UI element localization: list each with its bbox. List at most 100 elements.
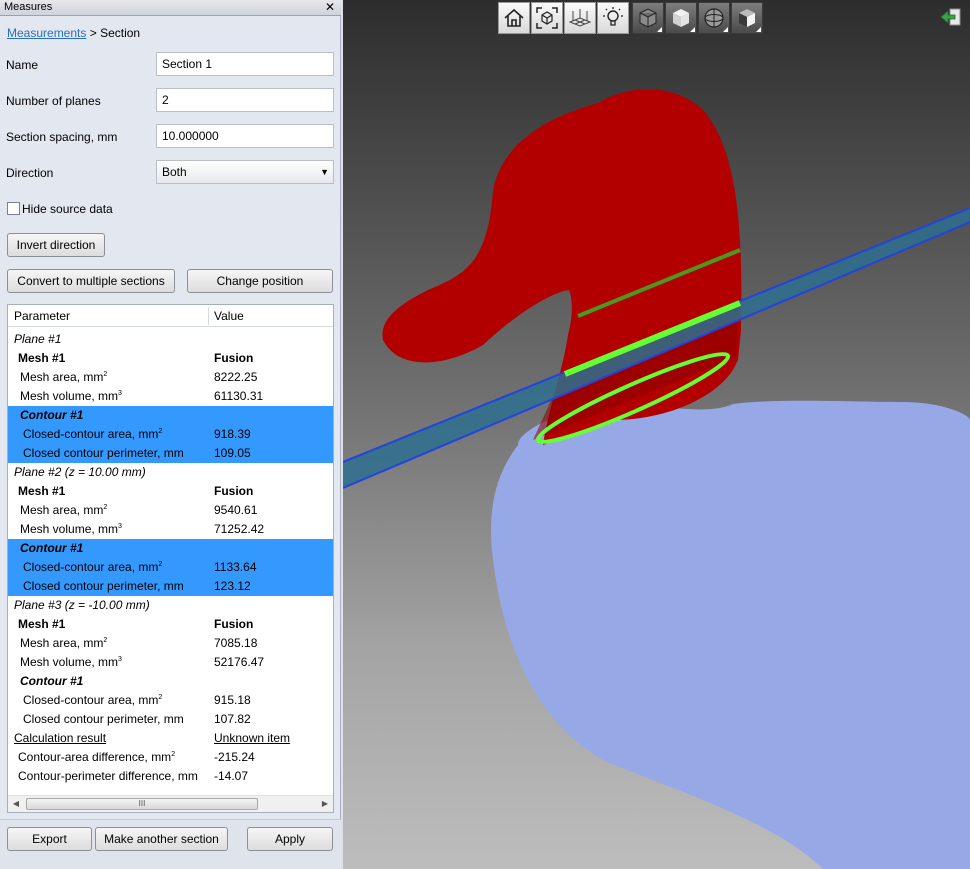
table-row[interactable]: Contour-area difference, mm2 -215.24 — [8, 748, 333, 767]
row-value: 52176.47 — [214, 655, 265, 669]
row-value: 61130.31 — [214, 389, 264, 403]
direction-select[interactable]: Both ▼ — [156, 160, 334, 184]
home-icon — [504, 8, 524, 27]
close-icon[interactable]: ✕ — [325, 0, 335, 15]
row-label: Mesh #1 — [18, 484, 66, 498]
column-header-parameter[interactable]: Parameter — [14, 305, 70, 327]
unit-superscript: 2 — [158, 561, 163, 568]
apply-button[interactable]: Apply — [247, 827, 333, 851]
row-value: 71252.42 — [214, 522, 265, 536]
fit-view-button[interactable] — [531, 2, 563, 34]
scroll-right-icon[interactable]: ▶ — [317, 796, 333, 812]
fit-view-icon — [536, 7, 558, 29]
breadcrumb-current: Section — [100, 26, 141, 40]
unit-superscript: 2 — [103, 504, 108, 511]
table-row[interactable]: Mesh area, mm2 8222.25 — [8, 368, 333, 387]
row-label: Mesh #1 — [18, 617, 66, 631]
breadcrumb-measurements-link[interactable]: Measurements — [7, 26, 86, 40]
blue-mesh-body — [491, 400, 970, 869]
dropdown-corner-icon — [657, 27, 662, 32]
table-row[interactable]: Mesh volume, mm3 52176.47 — [8, 653, 333, 672]
panel-title-bar: Measures ✕ — [0, 0, 341, 16]
convert-to-multiple-sections-button[interactable]: Convert to multiple sections — [7, 269, 175, 293]
table-row[interactable]: Mesh #1 Fusion — [8, 482, 333, 501]
row-value: 918.39 — [214, 427, 251, 441]
row-label: Closed contour perimeter, mm — [23, 712, 184, 726]
table-row[interactable]: Plane #3 (z = -10.00 mm) — [8, 596, 333, 615]
table-row[interactable]: Mesh volume, mm3 61130.31 — [8, 387, 333, 406]
table-row[interactable]: Mesh area, mm2 9540.61 — [8, 501, 333, 520]
scroll-grip: III — [138, 799, 146, 808]
table-row-selected[interactable]: Closed contour perimeter, mm 109.05 — [8, 444, 333, 463]
number-of-planes-input[interactable]: 2 — [156, 88, 334, 112]
table-row[interactable]: Plane #1 — [8, 330, 333, 349]
bottom-button-bar: Export Make another section Apply — [0, 819, 341, 869]
column-divider[interactable] — [208, 307, 209, 325]
home-view-button[interactable] — [498, 2, 530, 34]
row-value: -215.24 — [214, 750, 255, 764]
table-row[interactable]: Contour-perimeter difference, mm -14.07 — [8, 767, 333, 786]
table-row[interactable]: Mesh #1 Fusion — [8, 615, 333, 634]
dropdown-corner-icon — [690, 27, 695, 32]
section-spacing-input[interactable]: 10.000000 — [156, 124, 334, 148]
row-label: Mesh area, mm — [20, 636, 104, 650]
lighting-button[interactable] — [597, 2, 629, 34]
table-row-selected[interactable]: Contour #1 — [8, 406, 333, 425]
3d-scene[interactable] — [343, 0, 970, 869]
row-label: Calculation result — [14, 731, 107, 745]
table-row-selected[interactable]: Contour #1 — [8, 539, 333, 558]
sphere-mode-button[interactable] — [698, 2, 730, 34]
number-of-planes-label: Number of planes — [6, 94, 101, 108]
table-row[interactable]: Calculation result Unknown item — [8, 729, 333, 748]
row-value: 8222.25 — [214, 370, 258, 384]
unit-superscript: 3 — [118, 523, 122, 530]
row-label: Contour #1 — [20, 674, 84, 688]
change-position-button[interactable]: Change position — [187, 269, 333, 293]
direction-label: Direction — [6, 166, 54, 180]
unit-superscript: 2 — [171, 751, 176, 758]
unit-superscript: 2 — [158, 428, 163, 435]
row-value: Fusion — [214, 351, 254, 365]
grid-button[interactable] — [564, 2, 596, 34]
hide-source-data-checkbox[interactable] — [7, 202, 20, 215]
row-value: 915.18 — [214, 693, 251, 707]
row-label: Contour #1 — [20, 408, 84, 422]
table-row-selected[interactable]: Closed-contour area, mm2 918.39 — [8, 425, 333, 444]
3d-viewport[interactable] — [343, 0, 970, 869]
column-header-value[interactable]: Value — [214, 305, 244, 327]
table-row[interactable]: Closed-contour area, mm2 915.18 — [8, 691, 333, 710]
table-row-selected[interactable]: Closed contour perimeter, mm 123.12 — [8, 577, 333, 596]
shaded-mode-button[interactable] — [665, 2, 697, 34]
scrollbar-thumb[interactable]: III — [26, 798, 258, 810]
make-another-section-button[interactable]: Make another section — [95, 827, 228, 851]
dropdown-corner-icon — [756, 27, 761, 32]
name-input[interactable]: Section 1 — [156, 52, 334, 76]
unit-superscript: 2 — [103, 637, 108, 644]
table-row[interactable]: Plane #2 (z = 10.00 mm) — [8, 463, 333, 482]
back-arrow-icon[interactable] — [940, 8, 962, 26]
row-value: 123.12 — [214, 579, 251, 593]
row-label: Plane #2 (z = 10.00 mm) — [14, 465, 146, 479]
row-label: Mesh #1 — [18, 351, 66, 365]
row-label: Mesh volume, mm — [20, 389, 119, 403]
table-row[interactable]: Mesh #1 Fusion — [8, 349, 333, 368]
table-row[interactable]: Contour #1 — [8, 672, 333, 691]
invert-direction-button[interactable]: Invert direction — [7, 233, 105, 257]
results-table[interactable]: Parameter Value Plane #1 Mesh #1 Fusion M… — [7, 304, 334, 813]
name-label: Name — [6, 58, 39, 72]
row-value: -14.07 — [214, 769, 249, 783]
row-label: Closed-contour area, mm — [23, 560, 159, 574]
wireframe-mode-button[interactable] — [632, 2, 664, 34]
table-row-selected[interactable]: Closed-contour area, mm2 1133.64 — [8, 558, 333, 577]
solid-mode-button[interactable] — [731, 2, 763, 34]
table-row[interactable]: Mesh area, mm2 7085.18 — [8, 634, 333, 653]
horizontal-scrollbar[interactable]: ◀ III ▶ — [8, 795, 333, 812]
table-row[interactable]: Mesh volume, mm3 71252.42 — [8, 520, 333, 539]
row-value: 7085.18 — [214, 636, 258, 650]
export-button[interactable]: Export — [7, 827, 92, 851]
scroll-left-icon[interactable]: ◀ — [8, 796, 24, 812]
row-label: Closed-contour area, mm — [23, 693, 159, 707]
table-row[interactable]: Closed contour perimeter, mm 107.82 — [8, 710, 333, 729]
unit-superscript: 3 — [118, 656, 122, 663]
lightbulb-icon — [603, 7, 623, 26]
